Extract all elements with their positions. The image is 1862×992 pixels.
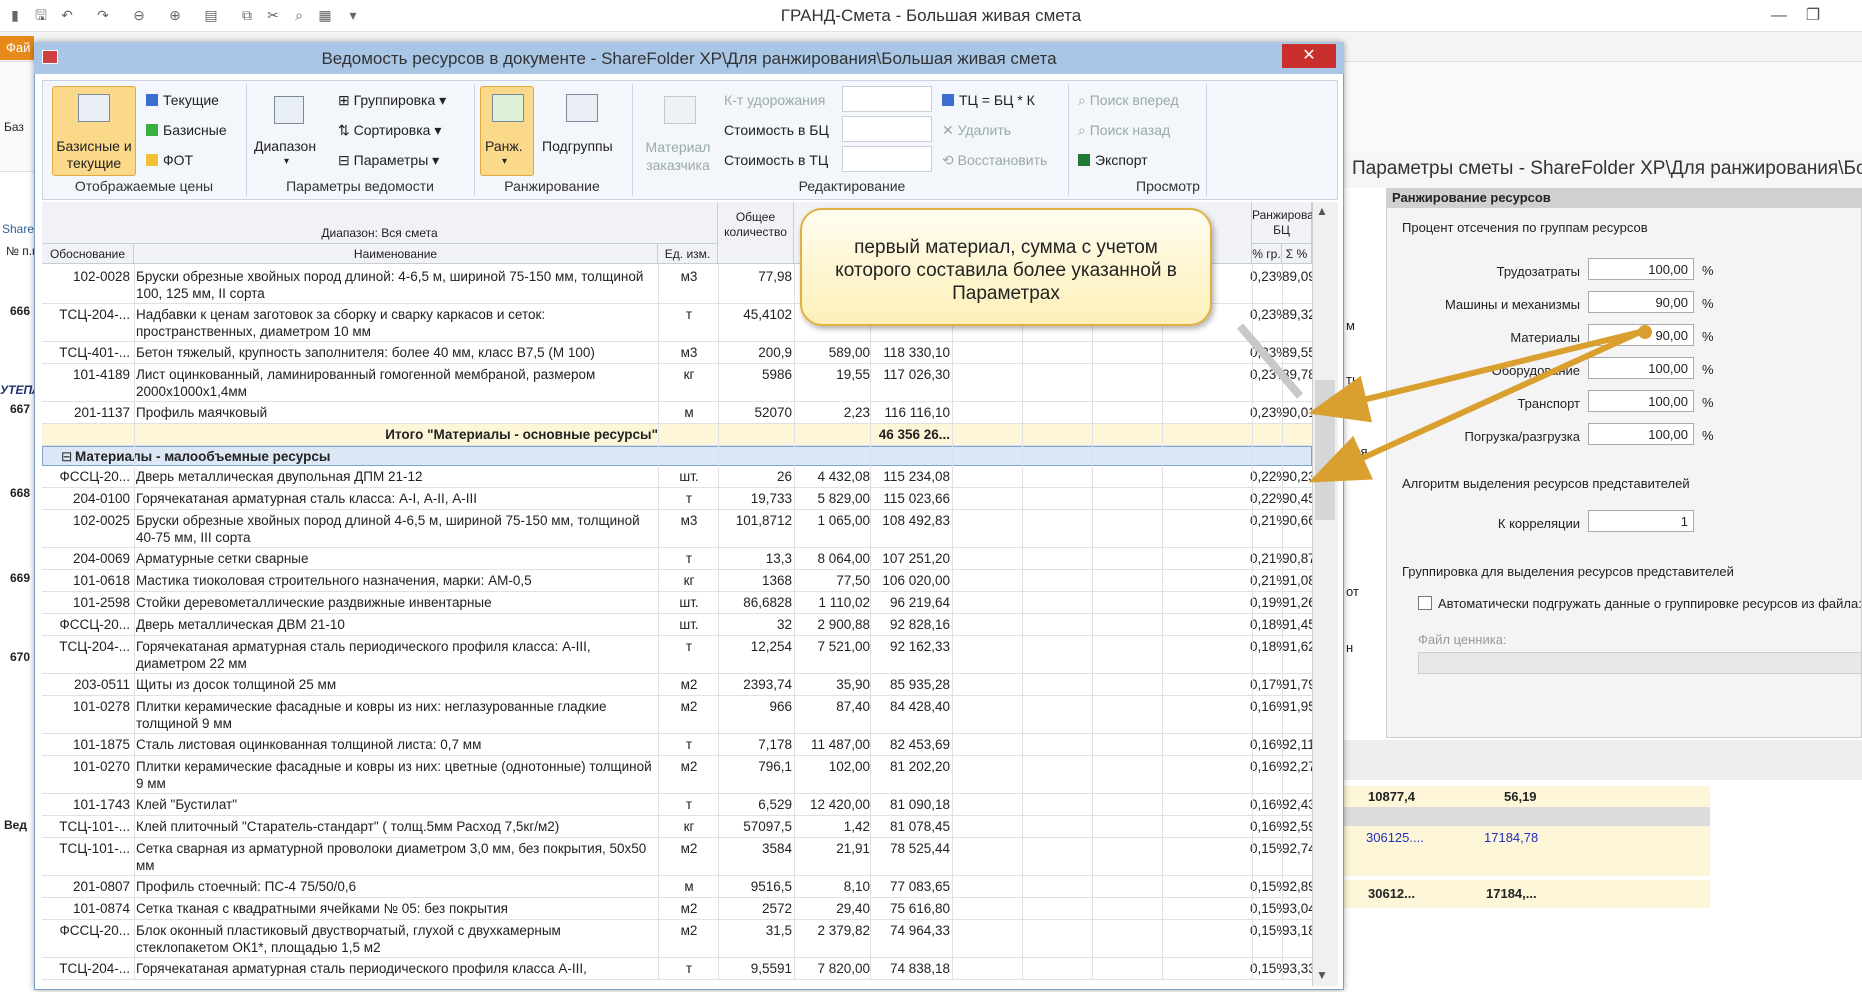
callout-pointer [1236,323,1304,399]
arrow-to-row [1308,329,1641,423]
arrow-origin-dot [1638,325,1652,339]
arrow-to-row [1308,329,1642,483]
annotation-arrows [1236,323,1652,483]
